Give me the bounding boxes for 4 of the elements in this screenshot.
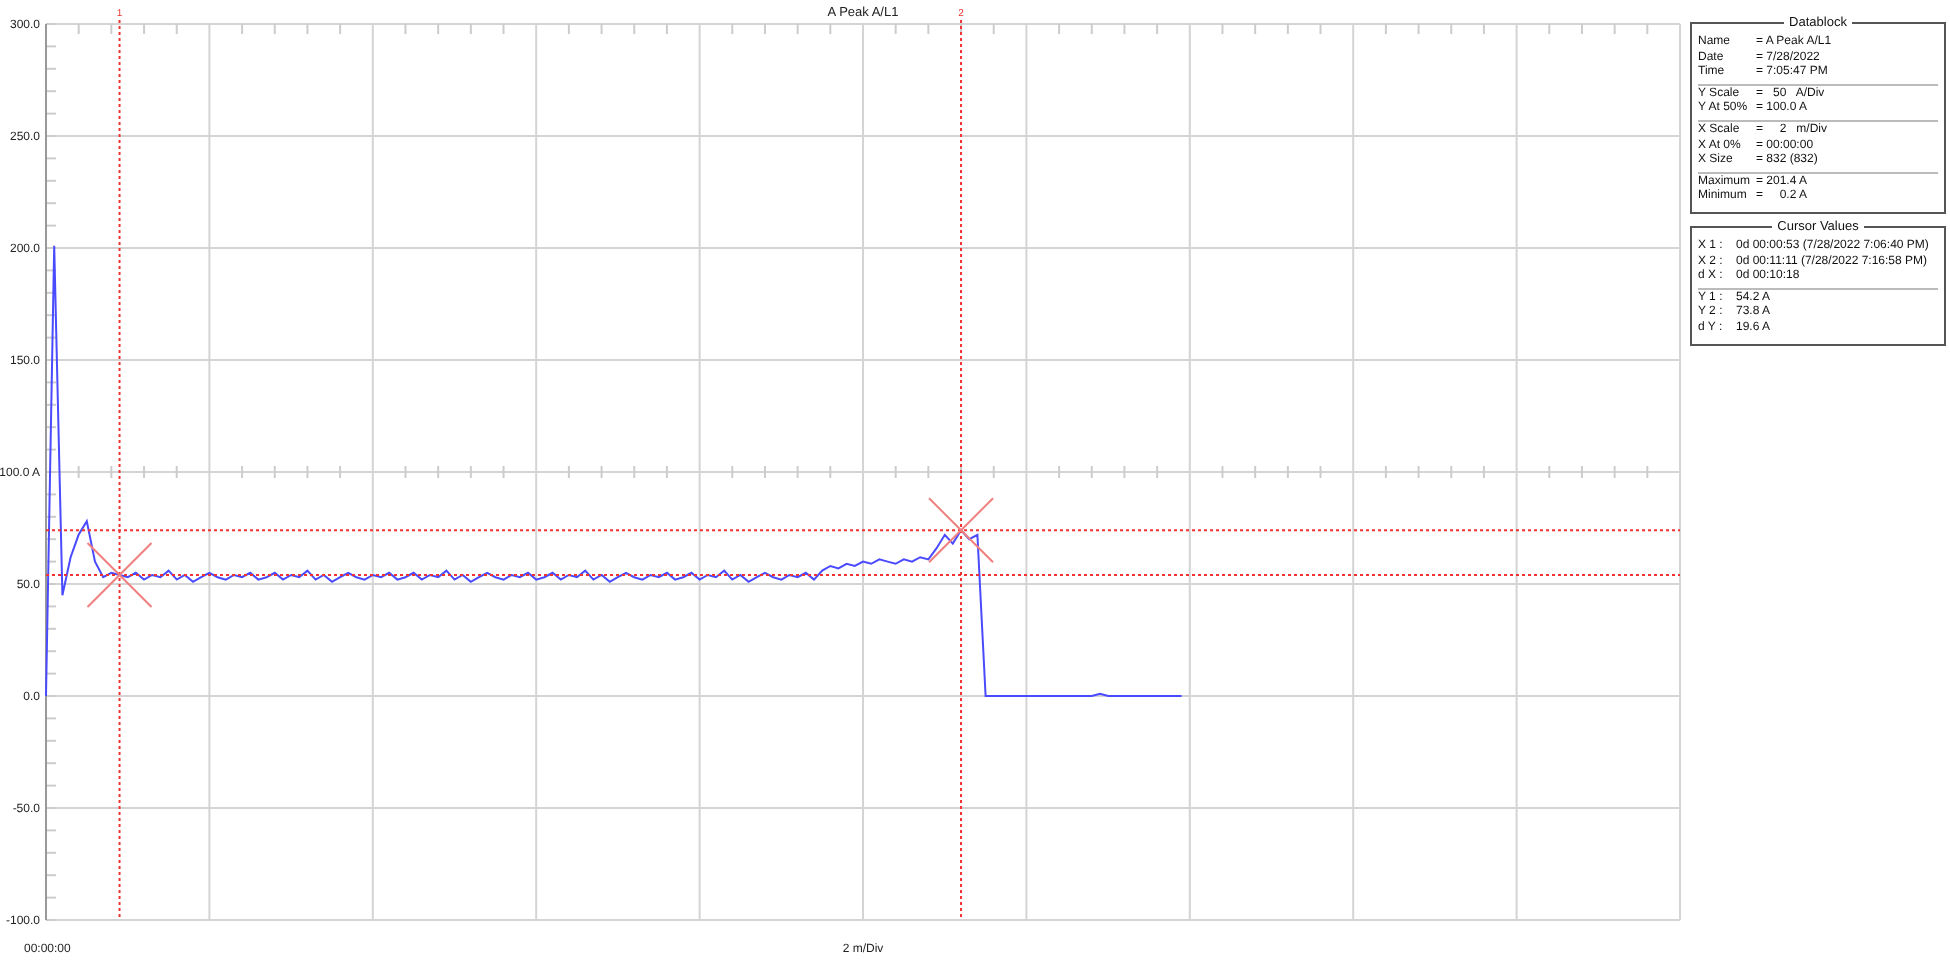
cursor-line[interactable]: [118, 19, 121, 921]
cross-marker-icon: [928, 497, 995, 564]
cursor-line[interactable]: [960, 19, 963, 921]
cross-marker-icon: [86, 542, 153, 609]
